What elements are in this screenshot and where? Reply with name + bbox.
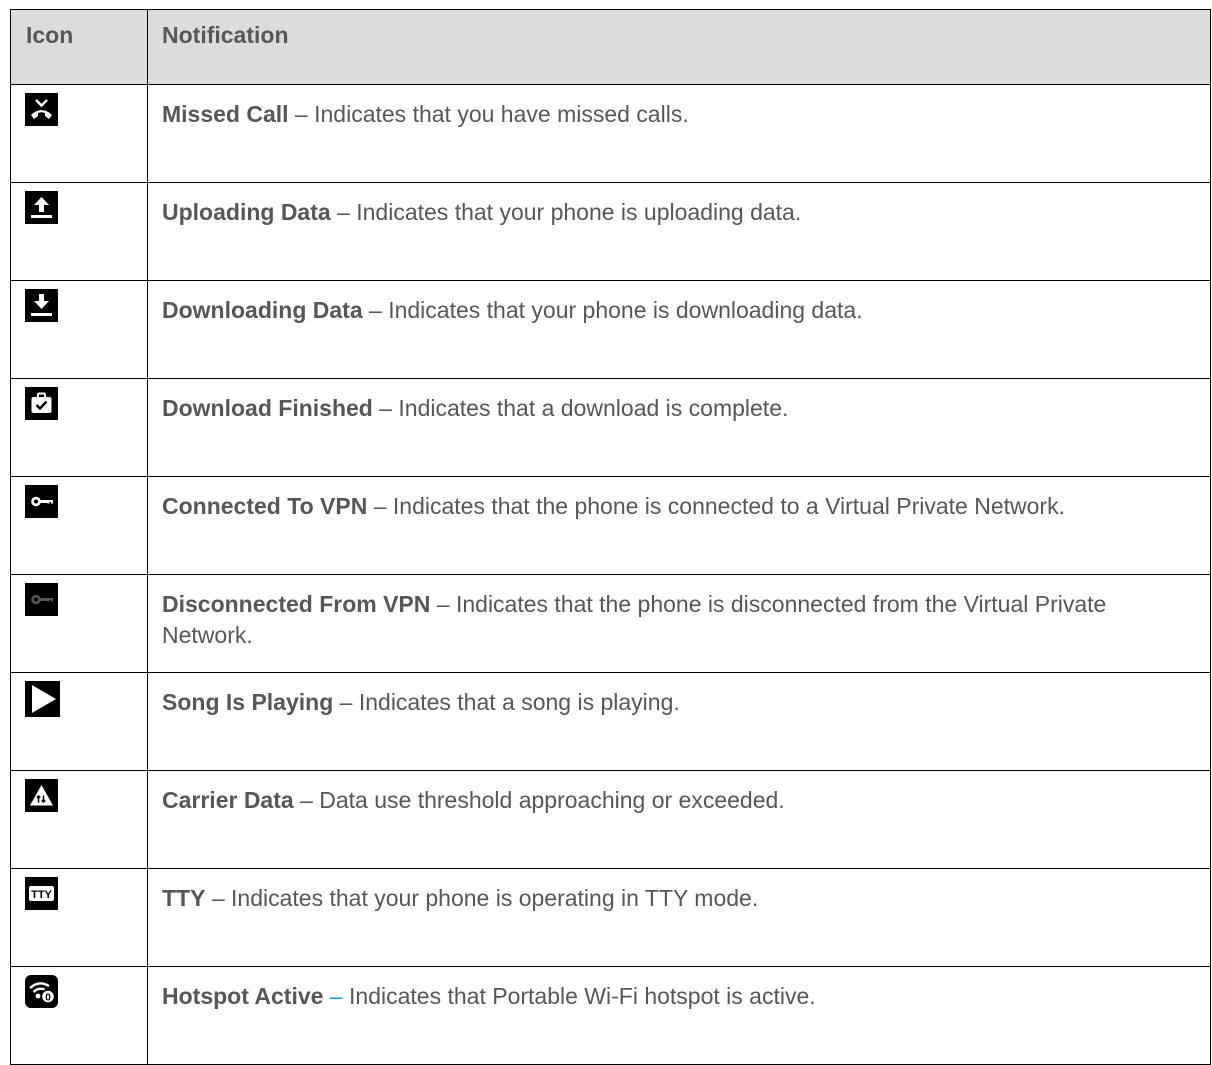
tty-icon-text: TTY <box>31 889 52 901</box>
vpn-key-icon <box>25 485 58 518</box>
icon-cell <box>10 378 148 477</box>
separator: – <box>323 983 350 1009</box>
separator: – <box>333 689 359 715</box>
notification-cell: Carrier Data – Data use threshold approa… <box>147 770 1211 869</box>
data-warning-icon <box>25 779 58 812</box>
icon-cell: TTY <box>10 868 148 967</box>
notification-cell: Downloading Data – Indicates that your p… <box>147 280 1211 379</box>
notification-description: Indicates that the phone is connected to… <box>392 493 1065 519</box>
table-row: Download Finished – Indicates that a dow… <box>10 378 1211 477</box>
notification-label: Missed Call <box>162 101 289 127</box>
separator: – <box>372 395 399 421</box>
notification-cell: Hotspot Active – Indicates that Portable… <box>147 966 1211 1065</box>
separator: – <box>205 885 232 911</box>
notification-label: Carrier Data <box>162 787 294 813</box>
icon-cell <box>10 574 148 673</box>
notification-description: Data use threshold approaching or exceed… <box>319 787 785 813</box>
table-row: Connected To VPN – Indicates that the ph… <box>10 476 1211 575</box>
notification-label: Downloading Data <box>162 297 363 323</box>
notification-cell: TTY – Indicates that your phone is opera… <box>147 868 1211 967</box>
vpn-key-dim-icon <box>25 583 58 616</box>
icon-column-header: Icon <box>10 9 148 85</box>
notification-label: Hotspot Active <box>162 983 324 1009</box>
notification-cell: Song Is Playing – Indicates that a song … <box>147 672 1211 771</box>
download-icon <box>25 289 58 322</box>
download-finished-icon <box>25 387 58 420</box>
notification-cell: Download Finished – Indicates that a dow… <box>147 378 1211 477</box>
hotspot-count: 0 <box>45 993 51 1004</box>
separator: – <box>293 787 320 813</box>
icon-cell <box>10 84 148 183</box>
icon-cell <box>10 770 148 869</box>
upload-icon <box>25 191 58 224</box>
table-row: Song Is Playing – Indicates that a song … <box>10 672 1211 771</box>
icon-cell <box>10 280 148 379</box>
notification-description: Indicates that your phone is operating i… <box>231 885 759 911</box>
notification-cell: Uploading Data – Indicates that your pho… <box>147 182 1211 281</box>
notification-column-header: Notification <box>147 9 1211 85</box>
tty-icon: TTY <box>25 877 58 910</box>
notification-description: Indicates that your phone is uploading d… <box>356 199 802 225</box>
notification-description: Indicates that you have missed calls. <box>314 101 689 127</box>
separator: – <box>362 297 389 323</box>
separator: – <box>330 199 357 225</box>
notification-description: Indicates that Portable Wi-Fi hotspot is… <box>349 983 816 1009</box>
separator: – <box>288 101 315 127</box>
icon-cell: 0 <box>10 966 148 1065</box>
missed-call-icon <box>25 93 58 126</box>
notification-label: Connected To VPN <box>162 493 368 519</box>
notification-label: Download Finished <box>162 395 373 421</box>
icon-cell <box>10 672 148 771</box>
icon-cell <box>10 476 148 575</box>
table-header-row: Icon Notification <box>10 9 1211 85</box>
notification-cell: Connected To VPN – Indicates that the ph… <box>147 476 1211 575</box>
table-row: Downloading Data – Indicates that your p… <box>10 280 1211 379</box>
notification-label: Disconnected From VPN <box>162 591 431 617</box>
icon-cell <box>10 182 148 281</box>
separator: – <box>430 591 456 617</box>
play-icon <box>25 681 60 717</box>
table-row: Carrier Data – Data use threshold approa… <box>10 770 1211 869</box>
table-row: TTY TTY – Indicates that your phone is o… <box>10 868 1211 967</box>
notification-cell: Disconnected From VPN – Indicates that t… <box>147 574 1211 673</box>
notification-description: Indicates that your phone is downloading… <box>388 297 863 323</box>
notification-description: Indicates that a download is complete. <box>398 395 789 421</box>
notification-label: Song Is Playing <box>162 689 334 715</box>
notification-cell: Missed Call – Indicates that you have mi… <box>147 84 1211 183</box>
table-row: Disconnected From VPN – Indicates that t… <box>10 574 1211 673</box>
notification-label: Uploading Data <box>162 199 331 225</box>
table-row: 0 Hotspot Active – Indicates that Portab… <box>10 966 1211 1065</box>
table-row: Missed Call – Indicates that you have mi… <box>10 84 1211 183</box>
table-row: Uploading Data – Indicates that your pho… <box>10 182 1211 281</box>
separator: – <box>367 493 393 519</box>
hotspot-icon: 0 <box>25 975 58 1008</box>
notification-icons-table: Icon Notification Missed Call – Indicate… <box>10 9 1211 1065</box>
notification-description: Indicates that a song is playing. <box>358 689 680 715</box>
notification-label: TTY <box>162 885 206 911</box>
